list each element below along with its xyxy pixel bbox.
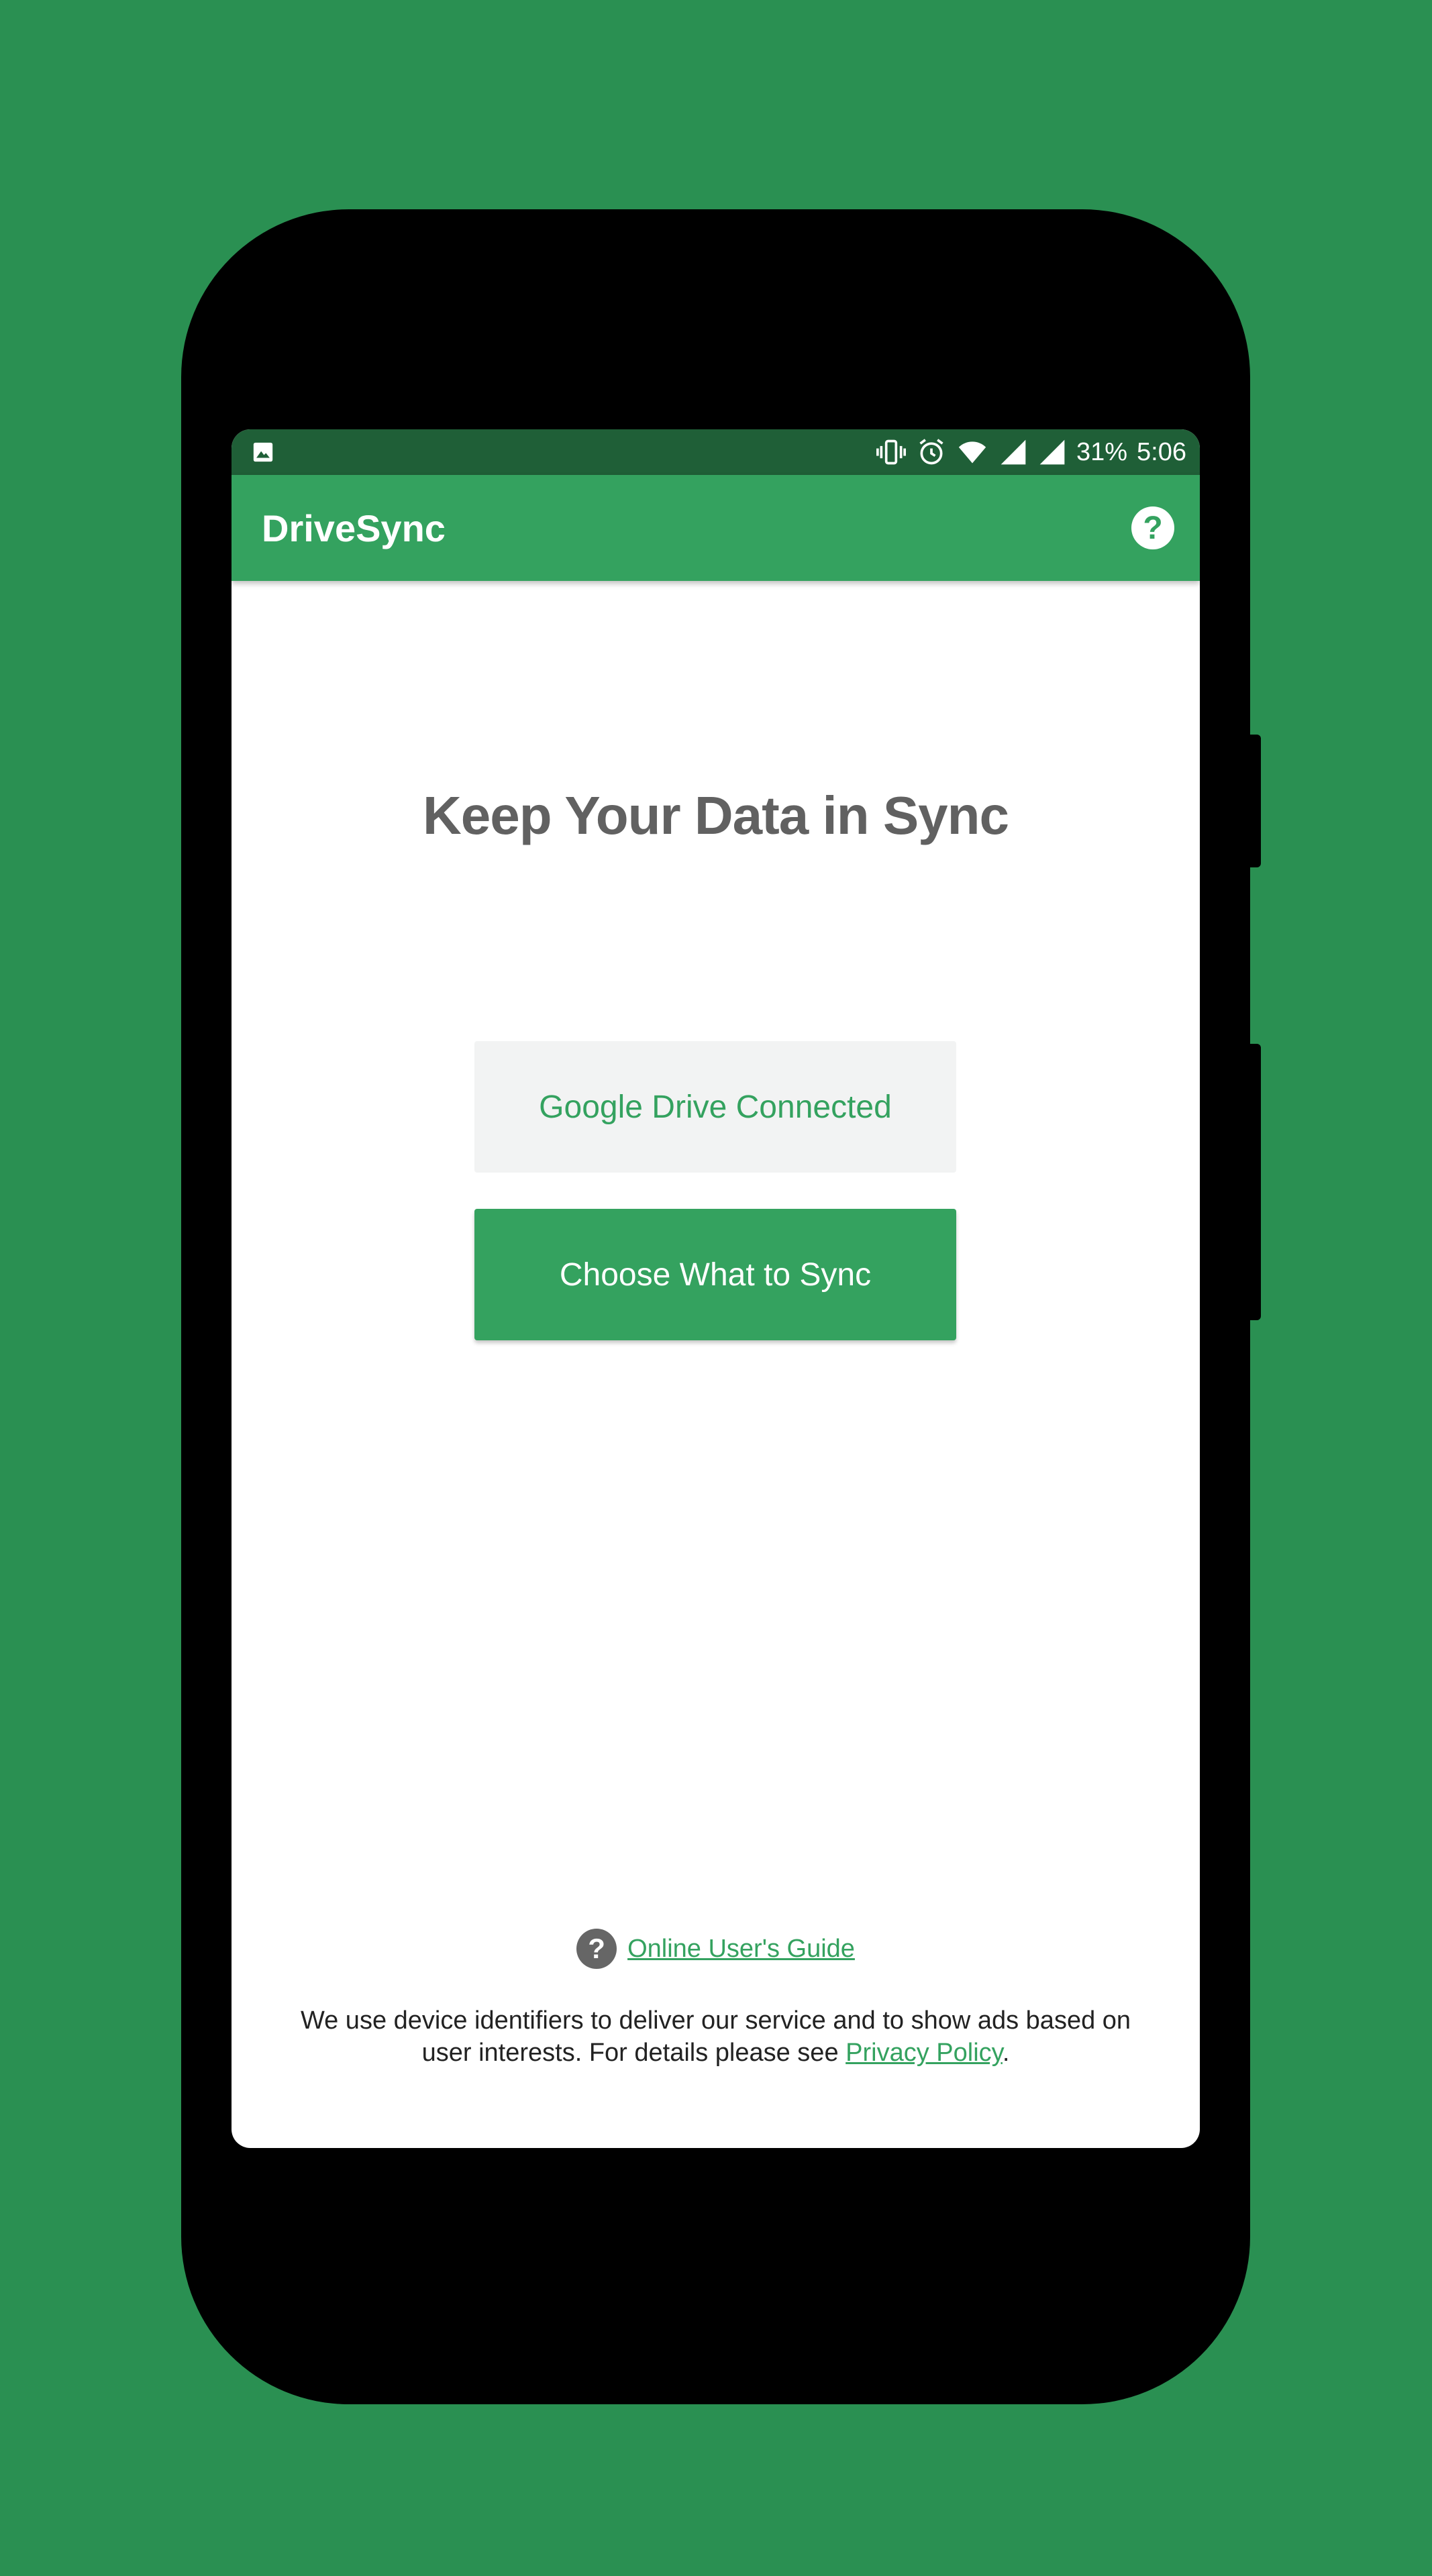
page-headline: Keep Your Data in Sync: [422, 786, 1009, 845]
phone-side-button-upper: [1250, 735, 1261, 867]
image-notification-icon: [252, 441, 274, 464]
signal-icon: [999, 437, 1028, 467]
status-bar: 31% 5:06: [232, 429, 1200, 475]
app-screen: 31% 5:06 DriveSync ? Keep Your Data in S…: [232, 429, 1200, 2148]
app-title: DriveSync: [262, 506, 446, 549]
google-drive-connected-button[interactable]: Google Drive Connected: [474, 1041, 956, 1173]
privacy-disclaimer: We use device identifiers to deliver our…: [278, 2004, 1153, 2069]
alarm-icon: [917, 437, 946, 467]
battery-percentage: 31%: [1076, 437, 1128, 466]
signal-icon-2: [1037, 437, 1067, 467]
user-guide-row: ? Online User's Guide: [232, 1929, 1200, 1969]
clock-time: 5:06: [1137, 437, 1186, 466]
choose-what-to-sync-button[interactable]: Choose What to Sync: [474, 1209, 956, 1340]
privacy-policy-link[interactable]: Privacy Policy: [846, 2039, 1003, 2067]
help-circle-icon: ?: [576, 1929, 617, 1969]
phone-side-button-lower: [1250, 1044, 1261, 1320]
wifi-icon: [956, 437, 989, 467]
disclaimer-end: .: [1002, 2039, 1010, 2067]
help-circle-icon[interactable]: ?: [1131, 506, 1174, 549]
online-users-guide-link[interactable]: Online User's Guide: [627, 1935, 855, 1964]
app-bar: DriveSync ?: [232, 475, 1200, 581]
vibrate-icon: [875, 437, 907, 467]
